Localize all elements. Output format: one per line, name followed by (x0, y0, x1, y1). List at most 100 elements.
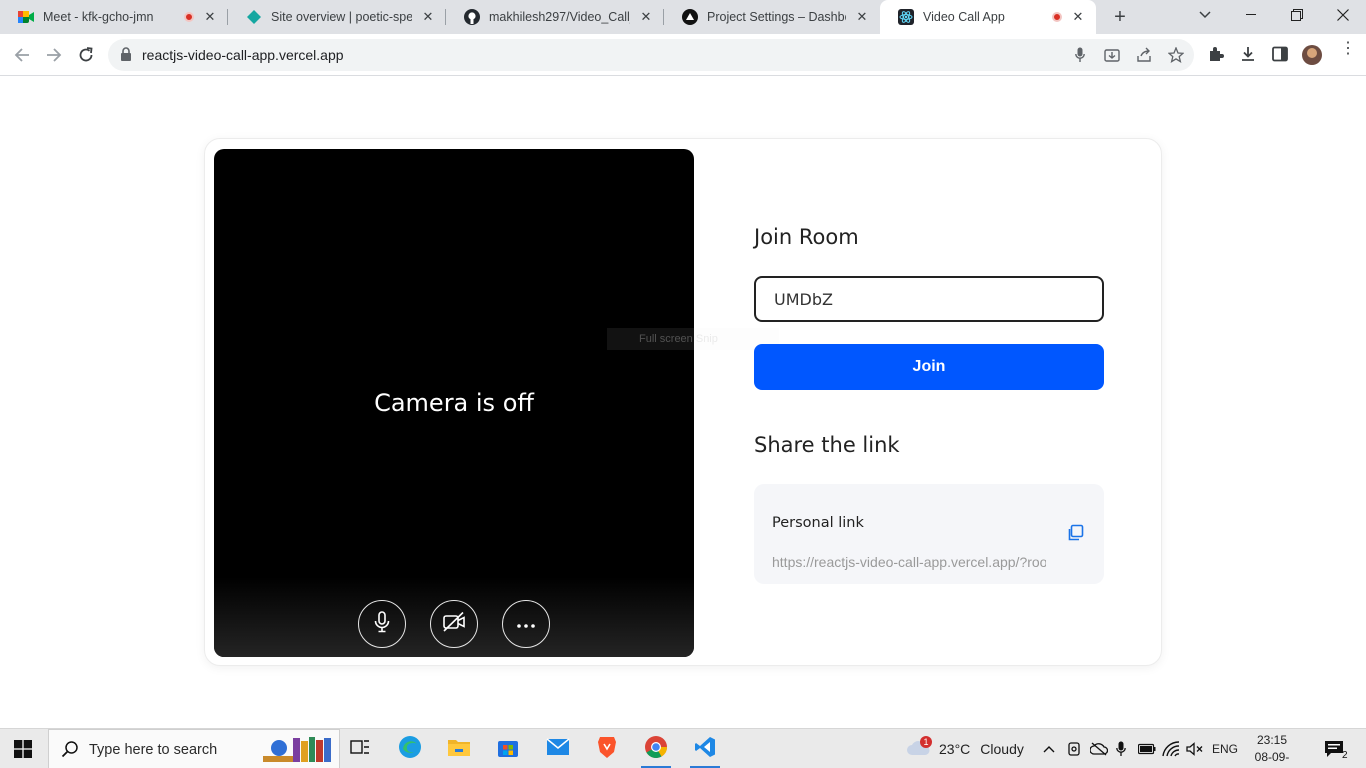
camera-toggle-button[interactable] (430, 600, 478, 648)
task-view-button[interactable] (337, 729, 383, 768)
microphone-toggle-button[interactable] (358, 600, 406, 648)
wifi-icon[interactable] (1162, 729, 1180, 768)
bookmark-star-icon[interactable] (1166, 45, 1186, 65)
weather-temperature: 23°C (939, 741, 971, 757)
netlify-icon (246, 9, 262, 25)
vercel-icon (682, 9, 698, 25)
forward-button[interactable] (41, 42, 67, 68)
microphone-in-use-icon[interactable] (1116, 729, 1126, 768)
tab-video-call-app[interactable]: Video Call App ✕ (880, 0, 1096, 34)
video-preview: Camera is off (214, 149, 694, 657)
volume-muted-icon[interactable] (1186, 729, 1204, 768)
taskbar-mail[interactable] (535, 729, 581, 768)
close-tab-icon[interactable]: ✕ (202, 9, 218, 25)
brave-icon (597, 735, 617, 764)
tab-title: Video Call App (923, 10, 1005, 24)
taskbar-search-box[interactable]: Type here to search (48, 729, 340, 768)
reload-button[interactable] (73, 42, 99, 68)
side-panel-icon[interactable] (1270, 44, 1290, 64)
edge-icon (398, 735, 422, 764)
windows-taskbar: Type here to search 23°C Cloudy 1 ENG 23… (0, 728, 1366, 768)
taskbar-vscode[interactable] (682, 729, 728, 768)
profile-avatar[interactable] (1302, 45, 1322, 65)
camera-status-text: Camera is off (374, 389, 534, 417)
close-tab-icon[interactable]: ✕ (854, 9, 870, 25)
close-window-button[interactable] (1320, 0, 1366, 30)
close-tab-icon[interactable]: ✕ (638, 9, 654, 25)
back-button[interactable] (9, 42, 35, 68)
tab-title: Meet - kfk-gcho-jmn (43, 10, 154, 24)
weather-badge: 1 (920, 736, 932, 748)
folder-icon (447, 737, 471, 762)
chrome-icon (644, 735, 668, 764)
taskbar-edge[interactable] (387, 729, 433, 768)
microsoft-store-icon (497, 736, 519, 763)
join-room-heading: Join Room (754, 225, 859, 249)
mail-icon (546, 737, 570, 761)
lock-icon[interactable] (120, 47, 136, 63)
taskbar-clock[interactable]: 23:15 08-09-2023 (1246, 732, 1298, 768)
room-id-input[interactable] (754, 276, 1104, 322)
show-hidden-icons-chevron-icon[interactable] (1043, 729, 1055, 768)
personal-link-url[interactable]: https://reactjs-video-call-app.vercel.ap… (772, 554, 1046, 570)
voice-search-icon[interactable] (1070, 45, 1090, 65)
vscode-icon (694, 736, 716, 763)
share-icon[interactable] (1134, 45, 1154, 65)
extensions-puzzle-icon[interactable] (1206, 44, 1226, 64)
close-tab-icon[interactable]: ✕ (1070, 9, 1086, 25)
tab-vercel[interactable]: Project Settings – Dashboard ✕ (664, 0, 880, 34)
taskbar-brave[interactable] (584, 729, 630, 768)
tab-meet[interactable]: Meet - kfk-gcho-jmn ✕ (0, 0, 228, 34)
microphone-icon (373, 610, 391, 638)
weather-widget[interactable]: 23°C Cloudy (906, 729, 1024, 768)
snip-tooltip: Full screen Snip (607, 328, 779, 350)
tab-search-chevron-icon[interactable] (1182, 0, 1228, 30)
windows-start-icon[interactable] (14, 740, 32, 758)
downloads-icon[interactable] (1238, 44, 1258, 64)
camera-off-icon (442, 611, 466, 638)
recording-indicator-icon (1052, 12, 1062, 22)
personal-link-label: Personal link (772, 515, 864, 531)
meet-now-icon[interactable] (1066, 729, 1082, 768)
tab-netlify[interactable]: Site overview | poetic-specula ✕ (228, 0, 446, 34)
search-placeholder: Type here to search (89, 742, 218, 758)
tab-title: makhilesh297/Video_Call_App (489, 10, 630, 24)
search-highlight-books-icon[interactable] (259, 736, 335, 764)
github-icon (464, 9, 480, 25)
input-language-indicator[interactable]: ENG (1212, 729, 1238, 768)
clock-date: 08-09-2023 (1254, 750, 1290, 768)
browser-menu-icon[interactable]: ⋮ (1340, 41, 1356, 57)
notification-count: 2 (1342, 750, 1348, 761)
taskbar-chrome[interactable] (633, 729, 679, 768)
taskbar-file-explorer[interactable] (436, 729, 482, 768)
tab-title: Site overview | poetic-specula (271, 10, 412, 24)
copy-link-button[interactable] (1065, 524, 1085, 547)
notification-center-icon[interactable] (1324, 729, 1346, 768)
minimize-window-button[interactable] (1228, 0, 1274, 30)
close-tab-icon[interactable]: ✕ (420, 9, 436, 25)
browser-tabstrip: Meet - kfk-gcho-jmn ✕ Site overview | po… (0, 0, 1366, 34)
tab-github[interactable]: makhilesh297/Video_Call_App ✕ (446, 0, 664, 34)
personal-link-box: Personal link https://reactjs-video-call… (754, 484, 1104, 584)
clock-time: 23:15 (1256, 733, 1288, 747)
more-icon (516, 615, 536, 633)
weather-condition: Cloudy (980, 741, 1024, 757)
join-button[interactable]: Join (754, 344, 1104, 390)
restore-window-button[interactable] (1274, 0, 1320, 30)
browser-toolbar: reactjs-video-call-app.vercel.app (0, 34, 1366, 76)
google-meet-icon (18, 9, 34, 25)
more-options-button[interactable] (502, 600, 550, 648)
share-link-heading: Share the link (754, 433, 900, 457)
install-app-icon[interactable] (1102, 45, 1122, 65)
task-view-icon (350, 738, 370, 761)
battery-icon[interactable] (1138, 729, 1156, 768)
url-text[interactable]: reactjs-video-call-app.vercel.app (142, 47, 344, 63)
copy-icon (1066, 524, 1084, 547)
react-icon (898, 9, 914, 25)
taskbar-store[interactable] (485, 729, 531, 768)
onedrive-offline-icon[interactable] (1090, 729, 1108, 768)
tab-title: Project Settings – Dashboard (707, 10, 846, 24)
search-icon (61, 740, 79, 763)
new-tab-button[interactable]: + (1108, 5, 1132, 29)
address-bar[interactable]: reactjs-video-call-app.vercel.app (108, 39, 1194, 71)
